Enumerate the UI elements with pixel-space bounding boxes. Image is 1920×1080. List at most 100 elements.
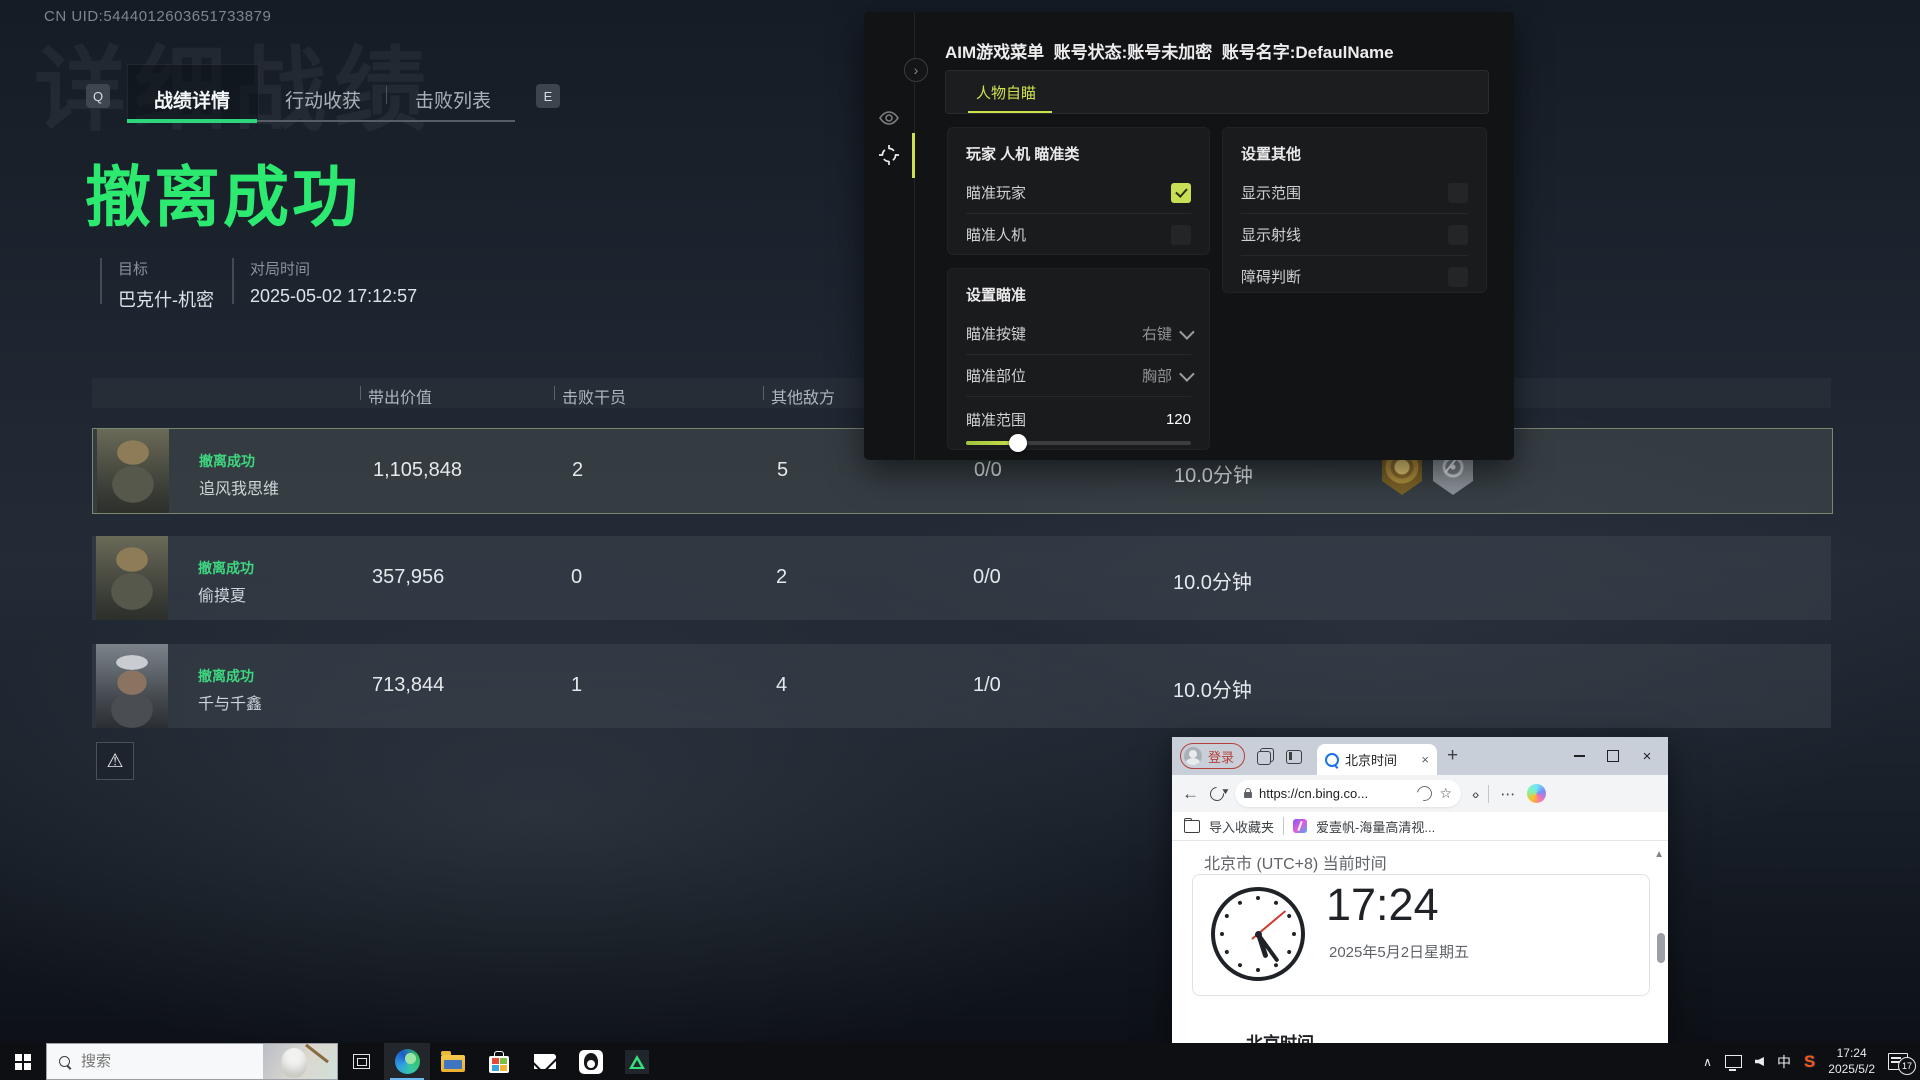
sogou-icon[interactable]: S [1804,1052,1815,1072]
aim-players-label: 瞄准玩家 [966,182,1026,203]
back-button[interactable]: ← [1182,784,1199,804]
show-ray-label: 显示射线 [1241,224,1301,245]
aim-menu-tabstrip: 人物自瞄 [945,70,1489,114]
slider-thumb[interactable] [1009,434,1027,452]
crosshair-icon[interactable] [878,144,900,166]
windows-logo-icon [15,1054,31,1070]
hidden-icons-caret[interactable]: ∧ [1703,1055,1712,1069]
search-input[interactable] [79,1052,233,1071]
target-card-title: 玩家 人机 瞄准类 [966,142,1191,172]
taskbar-edge[interactable] [384,1043,430,1080]
taskbar-store[interactable] [476,1043,522,1080]
tab-close-icon[interactable]: × [1421,752,1429,767]
tab-battle-detail[interactable]: 战绩详情 [154,86,230,113]
reader-icon[interactable] [1414,783,1435,804]
show-range-checkbox[interactable] [1448,183,1468,203]
lock-icon [1244,792,1252,798]
row-player-name: 千与千鑫 [198,690,262,714]
search-icon [59,1056,70,1067]
new-tab-button[interactable]: + [1447,745,1458,767]
tabbar-underline [257,120,515,122]
collapse-menu-button[interactable]: › [904,58,928,82]
tab-divider [386,86,387,104]
aim-key-value: 右键 [1142,323,1172,344]
settings-menu-icon[interactable]: ⋯ [1500,785,1516,803]
player-avatar [96,536,168,620]
key-hint-e: E [536,84,560,108]
start-button[interactable] [0,1043,46,1080]
ime-indicator[interactable]: 中 [1777,1052,1791,1072]
row-others: 4 [776,674,787,697]
aim-menu-panel: › AIM游戏菜单 账号状态:账号未加密 账号名字:DefaulName 人物自… [864,12,1514,460]
obstacle-check-checkbox[interactable] [1448,267,1468,287]
taskbar-delta[interactable] [614,1043,660,1080]
row-kd: 0/0 [974,459,1002,482]
target-type-card: 玩家 人机 瞄准类 瞄准玩家 瞄准人机 [947,127,1210,255]
eye-icon[interactable] [878,107,900,129]
taskbar-clock[interactable]: 17:24 2025/5/2 [1828,1046,1875,1077]
result-tabbar: Q 战绩详情 行动收获 击败列表 E [86,58,646,122]
aim-bots-label: 瞄准人机 [966,224,1026,245]
bookmark-site[interactable]: 爱壹帆-海量高清视... [1316,817,1435,836]
show-range-label: 显示范围 [1241,182,1301,203]
address-bar[interactable]: https://cn.bing.co... ☆ [1235,780,1461,807]
aim-range-slider[interactable] [966,441,1191,445]
row-kills: 1 [571,674,582,697]
signin-profile-button[interactable]: 登录 [1180,743,1245,769]
workspaces-icon[interactable] [1257,748,1274,765]
delta-triangle-icon [625,1050,649,1074]
row-others: 5 [777,459,788,482]
show-ray-checkbox[interactable] [1448,225,1468,245]
table-row[interactable]: 撤离成功 偷摸夏 357,956 0 2 0/0 10.0分钟 [92,536,1831,620]
aim-key-label: 瞄准按键 [966,323,1026,344]
aim-players-checkbox[interactable] [1171,183,1191,203]
favorite-star-icon[interactable]: ☆ [1439,785,1452,802]
search-highlight-image[interactable] [263,1044,337,1079]
volume-icon[interactable] [1755,1057,1764,1066]
refresh-icon[interactable] [1207,784,1227,804]
taskbar-mail[interactable] [522,1043,568,1080]
taskbar-search[interactable] [46,1043,338,1080]
table-row[interactable]: 撤离成功 千与千鑫 713,844 1 4 1/0 10.0分钟 [92,644,1831,728]
close-button[interactable]: × [1630,737,1664,775]
player-uid: CN UID:5444012603651733879 [44,8,271,25]
aim-settings-card: 设置瞄准 瞄准按键 右键 瞄准部位 胸部 瞄准范围 120 [947,268,1210,450]
import-folder-icon [1184,820,1200,833]
taskbar: ∧ 中 S 17:24 2025/5/2 17 [0,1043,1920,1080]
digital-time: 17:24 [1326,879,1439,931]
goal-info: 目标 巴克什-机密 [118,258,214,312]
row-kills: 2 [572,459,583,482]
tab-kill-list[interactable]: 击败列表 [415,86,491,113]
aim-bots-checkbox[interactable] [1171,225,1191,245]
report-warning-button[interactable]: ⚠ [96,742,134,780]
browser-essentials-icon[interactable]: ‹› [1472,786,1477,802]
row-player-name: 偷摸夏 [198,582,246,606]
copilot-icon[interactable] [1527,784,1546,803]
minimize-button[interactable] [1562,737,1596,775]
aim-tab-underline [968,111,1052,113]
tab-actions-icon[interactable] [1286,748,1303,765]
time-card: 17:24 2025年5月2日星期五 [1192,874,1650,996]
aim-key-select[interactable]: 右键 [1142,323,1191,344]
browser-tab-active[interactable]: 北京时间 × [1317,744,1437,775]
tab-aimbot[interactable]: 人物自瞄 [976,82,1036,103]
notification-center-icon[interactable]: 17 [1888,1053,1908,1070]
edge-icon [395,1049,420,1074]
aim-range-label: 瞄准范围 [966,409,1026,430]
task-view-button[interactable] [338,1043,384,1080]
url-text[interactable]: https://cn.bing.co... [1259,786,1410,801]
active-tab-underline [127,119,257,123]
bookmark-site-icon [1293,819,1307,833]
maximize-button[interactable] [1596,737,1630,775]
scroll-up-icon[interactable]: ▲ [1654,849,1664,860]
taskbar-qq[interactable] [568,1043,614,1080]
network-icon[interactable] [1725,1055,1742,1068]
aim-part-select[interactable]: 胸部 [1142,365,1191,386]
bookmark-import[interactable]: 导入收藏夹 [1209,817,1274,836]
player-avatar [96,644,168,728]
taskbar-explorer[interactable] [430,1043,476,1080]
tab-loot[interactable]: 行动收获 [285,86,361,113]
info-divider [232,258,234,304]
chevron-down-icon [1179,366,1195,382]
scrollbar-thumb[interactable] [1657,933,1665,963]
